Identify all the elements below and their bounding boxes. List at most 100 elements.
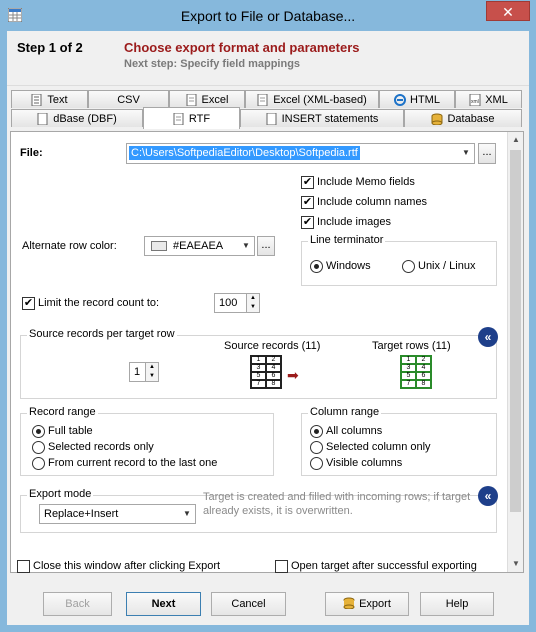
close-button[interactable]: ✕	[486, 1, 530, 21]
from-current-label: From current record to the last one	[48, 457, 218, 469]
source-records-label: Source records (11)	[224, 340, 321, 352]
line-terminator-group: Line terminator Windows Unix / Linux	[301, 234, 497, 286]
target-rows-label: Target rows (11)	[372, 340, 451, 352]
tab-label: Database	[447, 112, 495, 125]
windows-radio[interactable]	[310, 260, 323, 273]
source-records-spinner[interactable]: 1 ▲ ▼	[129, 362, 159, 382]
rtf-options-panel: File: C:\Users\SoftpediaEditor\Desktop\S…	[10, 131, 524, 573]
next-button[interactable]: Next	[126, 592, 201, 616]
source-records-title: Source records per target row	[27, 328, 177, 340]
include-memo-checkbox[interactable]: ✔	[301, 176, 314, 189]
panel-scrollbar[interactable]: ▲ ▼	[507, 132, 523, 572]
full-table-label: Full table	[48, 425, 93, 437]
full-table-radio[interactable]	[32, 425, 45, 438]
scroll-up-icon[interactable]: ▲	[508, 132, 524, 148]
scroll-thumb[interactable]	[510, 150, 521, 512]
chevron-down-icon[interactable]: ▼	[181, 509, 193, 520]
collapse-icon[interactable]: «	[478, 327, 498, 347]
chevron-down-icon[interactable]: ▼	[240, 241, 252, 252]
tab-rtf[interactable]: RTF	[143, 107, 240, 129]
text-file-icon	[31, 93, 43, 106]
spinner-arrows-icon[interactable]: ▲ ▼	[145, 363, 158, 381]
column-range-title: Column range	[308, 406, 382, 418]
all-columns-label: All columns	[326, 425, 383, 437]
visible-columns-radio[interactable]	[310, 457, 323, 470]
selected-column-radio[interactable]	[310, 441, 323, 454]
step-title: Choose export format and parameters	[124, 40, 360, 55]
rtf-file-icon	[173, 112, 185, 125]
next-step-text: Next step: Specify field mappings	[124, 58, 301, 70]
source-records-count: 1	[134, 366, 141, 378]
tab-label: Excel (XML-based)	[273, 93, 367, 106]
help-button[interactable]: Help	[420, 592, 494, 616]
ie-icon	[394, 93, 407, 106]
wizard-header: Step 1 of 2 Choose export format and par…	[7, 31, 529, 86]
from-current-radio[interactable]	[32, 457, 45, 470]
file-path-combo[interactable]: C:\Users\SoftpediaEditor\Desktop\Softped…	[126, 143, 475, 164]
browse-file-button[interactable]: ...	[478, 143, 496, 164]
spinner-arrows-icon[interactable]: ▲ ▼	[246, 294, 259, 312]
tab-label: INSERT statements	[281, 112, 379, 125]
window-title: Export to File or Database...	[180, 8, 356, 24]
selected-records-radio[interactable]	[32, 441, 45, 454]
export-button-label: Export	[359, 598, 391, 610]
tab-label: RTF	[188, 112, 211, 125]
tab-label: HTML	[410, 93, 440, 106]
selected-records-label: Selected records only	[48, 441, 154, 453]
tab-database[interactable]: Database	[404, 109, 522, 127]
alt-row-color-button[interactable]: ...	[257, 236, 275, 256]
column-range-group: Column range All columns Selected column…	[301, 406, 497, 476]
export-dialog: Export to File or Database... ✕ Step 1 o…	[0, 0, 536, 632]
open-target-checkbox[interactable]	[275, 560, 288, 573]
collapse-icon[interactable]: «	[478, 486, 498, 506]
tab-label: CSV	[117, 93, 140, 106]
dialog-footer: Close this window after clicking Export …	[7, 560, 529, 625]
unix-radio[interactable]	[402, 260, 415, 273]
export-mode-combo[interactable]: Replace+Insert ▼	[39, 504, 196, 524]
xml-file-icon: xml	[469, 93, 481, 106]
export-mode-title: Export mode	[27, 488, 94, 500]
include-columns-checkbox[interactable]: ✔	[301, 196, 314, 209]
limit-records-label: Limit the record count to:	[38, 297, 160, 309]
file-label: File:	[20, 147, 43, 159]
limit-records-value: 100	[219, 297, 238, 309]
tab-csv[interactable]: CSV	[88, 90, 169, 108]
limit-records-spinner[interactable]: 100 ▲ ▼	[214, 293, 260, 313]
limit-records-checkbox[interactable]: ✔	[22, 297, 35, 310]
tab-dbase[interactable]: dBase (DBF)	[11, 109, 143, 127]
all-columns-radio[interactable]	[310, 425, 323, 438]
tab-label: dBase (DBF)	[53, 112, 117, 125]
export-button[interactable]: Export	[325, 592, 409, 616]
scroll-down-icon[interactable]: ▼	[508, 556, 524, 572]
excel-file-icon	[186, 93, 198, 106]
color-swatch	[151, 241, 167, 251]
alt-row-color-combo[interactable]: #EAEAEA ▼	[144, 236, 255, 256]
close-after-export-checkbox[interactable]	[17, 560, 30, 573]
include-images-checkbox[interactable]: ✔	[301, 216, 314, 229]
tab-label: Text	[47, 93, 68, 106]
dbf-file-icon	[37, 112, 49, 125]
back-button[interactable]: Back	[43, 592, 112, 616]
tab-insert[interactable]: INSERT statements	[240, 109, 404, 127]
close-after-export-label: Close this window after clicking Export	[33, 560, 221, 572]
database-export-icon	[343, 597, 355, 612]
svg-text:xml: xml	[471, 99, 479, 105]
tab-excel[interactable]: Excel	[169, 90, 245, 108]
sql-file-icon	[266, 112, 278, 125]
export-mode-value: Replace+Insert	[44, 508, 119, 520]
source-records-group: Source records per target row 1 ▲ ▼ Sourc…	[20, 327, 498, 399]
include-columns-label: Include column names	[317, 196, 428, 208]
include-memo-label: Include Memo fields	[317, 176, 415, 188]
tab-text[interactable]: Text	[11, 90, 88, 108]
chevron-down-icon[interactable]: ▼	[460, 148, 472, 159]
open-target-label: Open target after successful exporting	[291, 560, 477, 572]
record-range-group: Record range Full table Selected records…	[20, 406, 274, 476]
file-path-value: C:\Users\SoftpediaEditor\Desktop\Softped…	[129, 146, 360, 160]
tab-html[interactable]: HTML	[379, 90, 455, 108]
tab-excel-xml[interactable]: Excel (XML-based)	[245, 90, 379, 108]
arrow-right-icon: ➡	[287, 367, 299, 383]
tab-xml[interactable]: xml XML	[455, 90, 522, 108]
step-label: Step 1 of 2	[17, 40, 83, 55]
cancel-button[interactable]: Cancel	[211, 592, 286, 616]
visible-columns-label: Visible columns	[326, 457, 403, 469]
